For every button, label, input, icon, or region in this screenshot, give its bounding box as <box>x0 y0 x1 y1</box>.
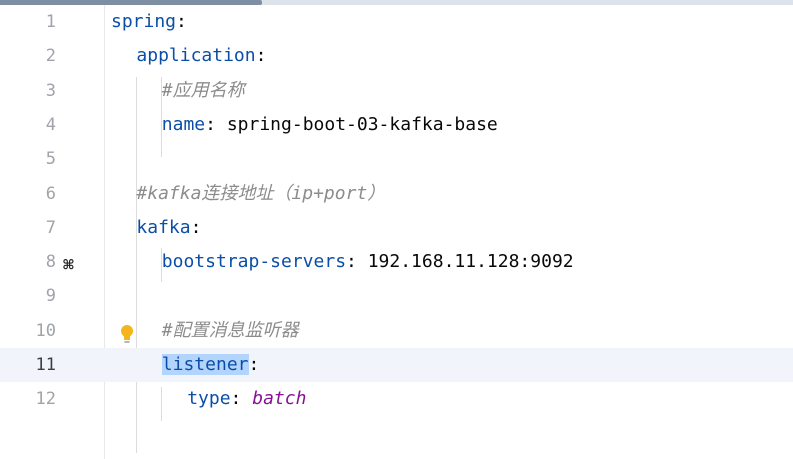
yaml-key: listener <box>161 354 249 375</box>
kafka-icon[interactable]: ⌘ <box>63 249 74 283</box>
yaml-key: bootstrap-servers <box>161 251 347 273</box>
code-text: name: spring-boot-03-kafka-base <box>162 108 498 142</box>
line-number[interactable]: 10 <box>0 314 56 348</box>
colon: : <box>176 11 187 32</box>
line-number[interactable]: 6 <box>0 177 56 211</box>
line-number[interactable]: 9 <box>0 279 56 313</box>
code-text: bootstrap-servers: 192.168.11.128:9092 <box>162 245 574 279</box>
code-line[interactable]: 5 <box>0 142 793 176</box>
yaml-key: kafka <box>136 216 191 238</box>
code-text: #配置消息监听器 <box>162 314 299 348</box>
line-number[interactable]: 3 <box>0 74 56 108</box>
code-line[interactable]: 1 spring: <box>0 5 793 39</box>
colon: : <box>205 113 216 135</box>
yaml-comment: #kafka连接地址（ip+port） <box>136 182 386 204</box>
line-number[interactable]: 1 <box>0 5 56 39</box>
yaml-comment: #配置消息监听器 <box>161 319 299 341</box>
yaml-key: name <box>161 113 206 135</box>
code-line[interactable]: 9 <box>0 279 793 313</box>
yaml-key: application <box>136 45 256 67</box>
line-number[interactable]: 8 <box>0 245 56 279</box>
yaml-key: type <box>187 388 231 410</box>
line-number[interactable]: 2 <box>0 39 56 73</box>
code-line[interactable]: 11 listener: <box>0 348 793 382</box>
yaml-comment: #应用名称 <box>161 79 245 101</box>
code-line[interactable]: 2 application: <box>0 39 793 73</box>
yaml-value <box>241 388 252 409</box>
colon: : <box>230 388 242 410</box>
code-text: spring: <box>111 5 187 39</box>
code-line[interactable]: 6 #kafka连接地址（ip+port） <box>0 177 793 211</box>
yaml-value: 192.168.11.128:9092 <box>356 251 574 273</box>
line-number[interactable]: 4 <box>0 108 56 142</box>
code-line[interactable]: 7 kafka: <box>0 211 793 245</box>
code-text: #应用名称 <box>162 74 245 108</box>
colon: : <box>190 216 202 238</box>
yaml-key: spring <box>111 11 177 32</box>
line-number[interactable]: 12 <box>0 382 56 416</box>
code-text: #kafka连接地址（ip+port） <box>136 177 385 211</box>
line-number[interactable]: 7 <box>0 211 56 245</box>
colon: : <box>248 354 260 375</box>
code-line[interactable]: 3 #应用名称 <box>0 74 793 108</box>
code-text: type: batch <box>187 382 306 416</box>
code-line[interactable]: 8 bootstrap-servers: 192.168.11.128:9092 <box>0 245 793 279</box>
code-text: application: <box>136 39 266 73</box>
code-text: kafka: <box>136 211 201 245</box>
line-number[interactable]: 5 <box>0 142 56 176</box>
line-number[interactable]: 11 <box>0 348 56 382</box>
colon: : <box>255 45 267 67</box>
intention-bulb-icon[interactable] <box>118 318 136 352</box>
yaml-value: spring-boot-03-kafka-base <box>216 113 498 135</box>
colon: : <box>346 251 357 273</box>
code-text: listener: <box>161 348 260 382</box>
code-line[interactable]: 4 name: spring-boot-03-kafka-base <box>0 108 793 142</box>
yaml-literal: batch <box>252 388 307 410</box>
code-line[interactable]: 12 type: batch <box>0 382 793 416</box>
